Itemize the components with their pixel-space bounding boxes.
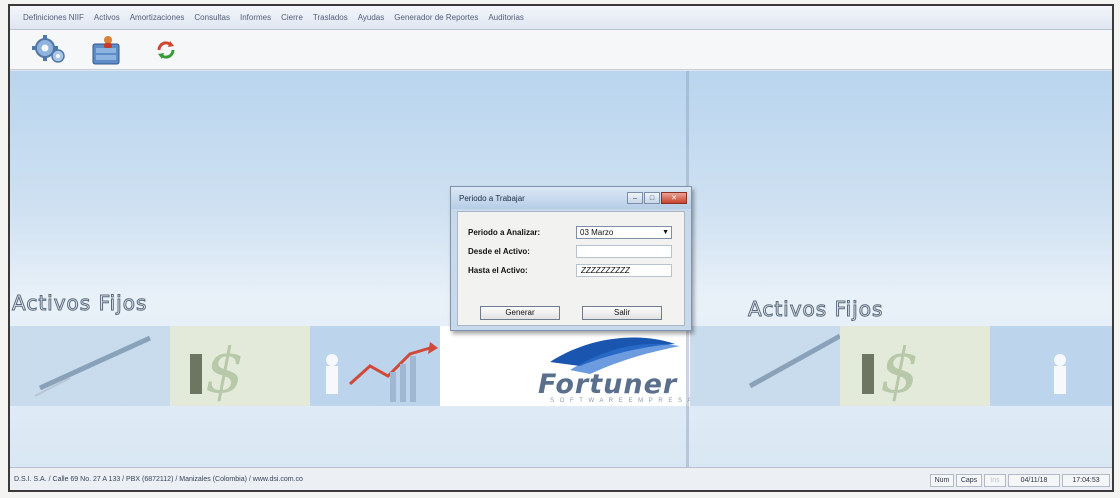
svg-text:$: $ — [880, 334, 919, 406]
period-label: Periodo a Analizar: — [468, 228, 541, 237]
dialog-titlebar[interactable]: Periodo a Trabajar – □ ✕ — [451, 187, 691, 209]
date-display: 04/11/18 — [1008, 474, 1060, 487]
menu-traslados[interactable]: Traslados — [308, 13, 353, 22]
period-select-value: 03 Marzo — [580, 228, 614, 237]
banner-strip-left: $ — [10, 326, 440, 406]
menu-auditorias[interactable]: Auditorias — [483, 13, 529, 22]
banner-artwork-right: $ — [690, 326, 1112, 406]
banner-artwork-left: $ — [10, 326, 440, 406]
logo-wordmark: Fortuner — [538, 369, 678, 400]
menu-generador-reportes[interactable]: Generador de Reportes — [389, 13, 483, 22]
banner-strip-right: $ — [690, 326, 1112, 406]
from-asset-input[interactable] — [576, 245, 672, 258]
caps-lock-indicator: Caps — [956, 474, 982, 487]
to-asset-input[interactable]: ZZZZZZZZZZ — [576, 264, 672, 277]
banner-title-right: Activos Fijos — [747, 297, 884, 322]
company-info: D.S.I. S.A. / Calle 69 No. 27 A 133 / PB… — [14, 476, 303, 483]
banner-title-left: Activos Fijos — [11, 291, 148, 316]
dialog-title: Periodo a Trabajar — [459, 193, 525, 203]
to-asset-label: Hasta el Activo: — [468, 266, 528, 275]
close-icon[interactable]: ✕ — [661, 192, 687, 204]
settings-gear-icon[interactable] — [30, 33, 70, 67]
num-lock-indicator: Num — [930, 474, 954, 487]
exit-button[interactable]: Salir — [582, 306, 662, 320]
maximize-icon[interactable]: □ — [644, 192, 660, 204]
insert-indicator: Ins — [984, 474, 1006, 487]
menu-cierre[interactable]: Cierre — [276, 13, 308, 22]
minimize-icon[interactable]: – — [627, 192, 643, 204]
period-dialog: Periodo a Trabajar – □ ✕ Periodo a Anali… — [450, 186, 692, 331]
menu-consultas[interactable]: Consultas — [189, 13, 235, 22]
menu-definiciones-niif[interactable]: Definiciones NIIF — [18, 13, 89, 22]
menu-ayudas[interactable]: Ayudas — [353, 13, 390, 22]
chevron-down-icon: ▼ — [662, 229, 669, 236]
svg-text:$: $ — [205, 334, 244, 406]
status-bar: D.S.I. S.A. / Calle 69 No. 27 A 133 / PB… — [10, 467, 1112, 490]
from-asset-label: Desde el Activo: — [468, 247, 530, 256]
window-controls: – □ ✕ — [627, 192, 687, 204]
period-select[interactable]: 03 Marzo ▼ — [576, 226, 672, 239]
menu-bar: Definiciones NIIF Activos Amortizaciones… — [10, 6, 1112, 30]
cabinet-user-icon[interactable] — [88, 33, 128, 67]
time-display: 17:04:53 — [1062, 474, 1110, 487]
application-window: Definiciones NIIF Activos Amortizaciones… — [8, 4, 1114, 492]
dialog-body: Periodo a Analizar: 03 Marzo ▼ Desde el … — [457, 211, 685, 326]
toolbar — [10, 30, 1112, 70]
menu-activos[interactable]: Activos — [89, 13, 125, 22]
menu-amortizaciones[interactable]: Amortizaciones — [125, 13, 190, 22]
generate-button[interactable]: Generar — [480, 306, 560, 320]
refresh-icon[interactable] — [146, 33, 186, 67]
menu-informes[interactable]: Informes — [235, 13, 276, 22]
